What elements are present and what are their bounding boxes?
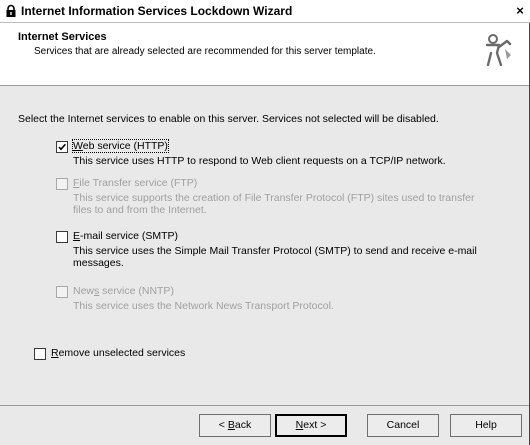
ftp-service-checkbox bbox=[56, 178, 68, 190]
page-title: Internet Services bbox=[18, 31, 107, 43]
nntp-service-checkbox bbox=[56, 286, 68, 298]
checkmark-icon bbox=[58, 143, 66, 151]
help-button[interactable]: Help bbox=[450, 414, 522, 437]
button-divider bbox=[0, 405, 529, 406]
remove-unselected-checkbox[interactable] bbox=[34, 348, 46, 360]
smtp-service-checkbox[interactable] bbox=[56, 231, 68, 243]
web-service-label[interactable]: Web service (HTTP) bbox=[72, 139, 169, 153]
wizard-header: Internet Services Services that are alre… bbox=[0, 23, 529, 86]
remove-unselected-label[interactable]: Remove unselected services bbox=[51, 347, 185, 359]
ftp-service-label: File Transfer service (FTP) bbox=[73, 177, 198, 189]
wizard-figure-icon bbox=[485, 34, 512, 67]
next-button[interactable]: Next > bbox=[275, 414, 347, 437]
window-title: Internet Information Services Lockdown W… bbox=[21, 4, 293, 18]
nntp-service-label: News service (NNTP) bbox=[73, 285, 174, 297]
page-subtitle: Services that are already selected are r… bbox=[34, 46, 376, 57]
web-service-description: This service uses HTTP to respond to Web… bbox=[73, 155, 446, 167]
smtp-service-label[interactable]: E-mail service (SMTP) bbox=[73, 230, 178, 242]
instructions-text: Select the Internet services to enable o… bbox=[18, 113, 439, 125]
close-button[interactable]: × bbox=[513, 4, 527, 18]
wizard-window: Internet Information Services Lockdown W… bbox=[0, 0, 530, 445]
cancel-button[interactable]: Cancel bbox=[367, 414, 439, 437]
ftp-service-description: This service supports the creation of Fi… bbox=[73, 192, 475, 216]
back-button[interactable]: < Back bbox=[199, 414, 271, 437]
web-service-checkbox[interactable] bbox=[56, 141, 68, 153]
lock-icon bbox=[6, 4, 16, 17]
nntp-service-description: This service uses the Network News Trans… bbox=[73, 300, 334, 312]
title-bar[interactable]: Internet Information Services Lockdown W… bbox=[0, 0, 530, 23]
smtp-service-description: This service uses the Simple Mail Transf… bbox=[73, 245, 477, 269]
